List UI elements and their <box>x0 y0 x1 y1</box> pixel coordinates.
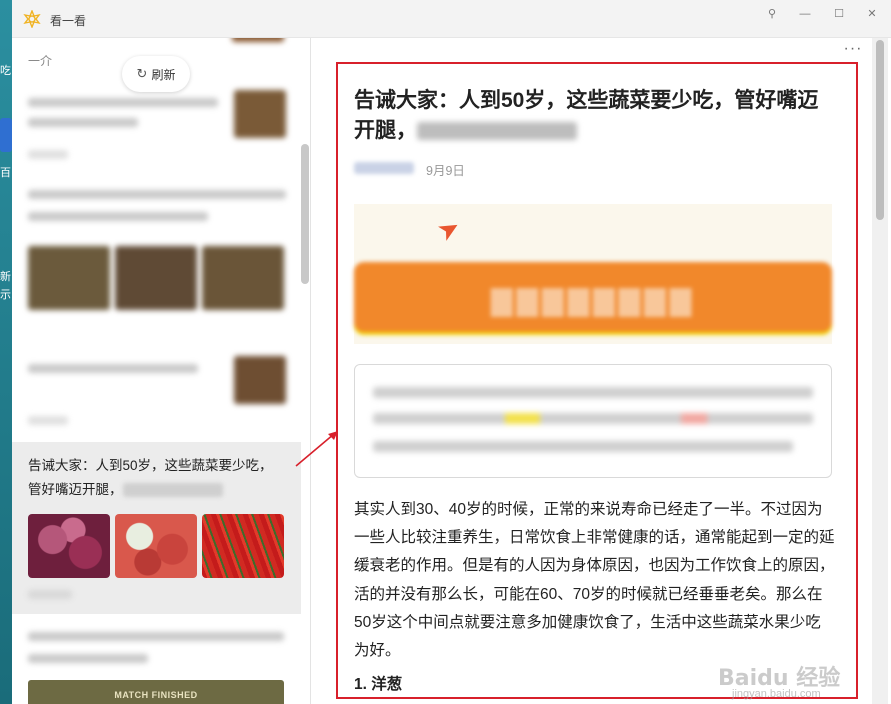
thumbnail-caption: MATCH FINISHED <box>114 690 198 700</box>
blurred-text: ▇▇▇▇▇▇▇▇ <box>490 285 696 316</box>
pin-button[interactable]: ⚲ <box>758 4 786 24</box>
desktop-icon-label: 百 <box>0 167 11 179</box>
feed-item-source <box>28 150 68 159</box>
refresh-icon: ↻ <box>136 66 148 81</box>
desktop-background: 吃 百 新 示 <box>0 0 12 704</box>
feed-thumbnail <box>28 246 110 310</box>
onion-thumbnail <box>28 514 110 578</box>
refresh-label: 刷新 <box>151 67 176 82</box>
more-options-button[interactable]: ··· <box>838 38 868 62</box>
close-button[interactable]: ✕ <box>858 4 886 24</box>
feed-item-title <box>28 654 148 663</box>
refresh-button[interactable]: ↻ 刷新 <box>122 56 190 92</box>
article-scrollbar-track[interactable] <box>872 38 888 704</box>
article-date: 9月9日 <box>426 164 465 178</box>
feed-item-title <box>28 212 208 221</box>
desktop-icon-label: 新 <box>0 271 11 283</box>
follow-banner[interactable]: ➤ ▇▇▇▇▇▇▇▇ <box>354 204 832 344</box>
feed-thumbnail <box>234 356 286 404</box>
feed-thumbnail[interactable] <box>232 38 284 42</box>
feed-item-source <box>28 416 68 425</box>
watermark-url: jingyan.baidu.com <box>732 688 821 700</box>
blurred-text <box>373 441 793 452</box>
article-author[interactable] <box>354 162 414 174</box>
arrow-icon: ➤ <box>431 210 466 248</box>
desktop-app-icon[interactable] <box>0 118 12 152</box>
annotation-arrow-icon <box>295 431 338 467</box>
blurred-text <box>417 122 577 141</box>
blurred-text <box>373 387 813 398</box>
feed-section-label: 一介 <box>28 54 53 68</box>
feed-list[interactable]: 一介 ↻ 刷新 告诫大家：人到50岁，这些蔬菜要少吃，管好嘴迈开腿， MATCH… <box>12 38 311 704</box>
lychee-thumbnail <box>115 514 197 578</box>
feed-item-title: 告诫大家：人到50岁，这些蔬菜要少吃，管好嘴迈开腿， <box>28 454 278 502</box>
feed-item-title <box>28 190 286 199</box>
blurred-text <box>373 413 813 424</box>
blurred-text <box>122 483 223 498</box>
maximize-button[interactable]: ☐ <box>825 4 853 24</box>
article-title: 告诫大家：人到50岁，这些蔬菜要少吃，管好嘴迈开腿， <box>354 86 824 146</box>
feed-item-source <box>28 590 72 599</box>
feed-thumbnail[interactable]: MATCH FINISHED <box>28 680 284 704</box>
quote-box <box>354 364 832 478</box>
feed-thumbnail <box>234 90 286 138</box>
feed-item-title <box>28 118 138 127</box>
article-subheading: 1. 洋葱 <box>354 676 403 693</box>
feed-item-title <box>28 364 198 373</box>
article-view: ··· 告诫大家：人到50岁，这些蔬菜要少吃，管好嘴迈开腿， 9月9日 ➤ ▇▇… <box>312 38 891 704</box>
desktop-icon-label: 示 <box>0 289 11 301</box>
follow-banner-button[interactable]: ▇▇▇▇▇▇▇▇ <box>354 262 832 332</box>
minimize-button[interactable]: — <box>791 4 819 24</box>
article-body: 其实人到30、40岁的时候，正常的来说寿命已经走了一半。不过因为一些人比较注重养… <box>354 501 835 660</box>
chili-pepper-thumbnail <box>202 514 284 578</box>
feed-item-selected[interactable]: 告诫大家：人到50岁，这些蔬菜要少吃，管好嘴迈开腿， <box>12 442 301 614</box>
article-scrollbar-thumb[interactable] <box>876 40 884 220</box>
article-highlight-frame: 告诫大家：人到50岁，这些蔬菜要少吃，管好嘴迈开腿， 9月9日 ➤ ▇▇▇▇▇▇… <box>336 62 858 700</box>
desktop-icon-label: 吃 <box>0 65 11 77</box>
app-title: 看一看 <box>50 14 87 28</box>
title-bar: 看一看 ⚲ — ☐ ✕ <box>12 0 891 38</box>
feed-thumbnail <box>202 246 284 310</box>
feed-scrollbar[interactable] <box>301 144 309 284</box>
feed-thumbnail <box>115 246 197 310</box>
feed-item-title <box>28 98 218 107</box>
feed-item-title <box>28 632 284 641</box>
app-logo-icon <box>23 10 41 28</box>
app-window: 看一看 ⚲ — ☐ ✕ 一介 ↻ 刷新 告诫大家：人到50岁，这些蔬菜要少吃，管… <box>12 0 891 704</box>
